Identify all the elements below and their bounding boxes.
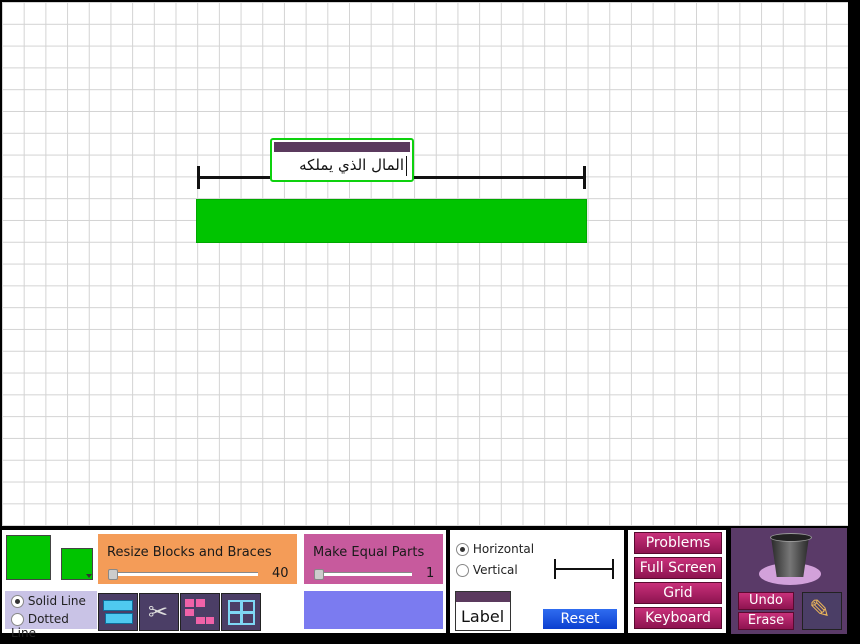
chevron-down-icon[interactable] xyxy=(86,574,92,578)
dotted-line-option[interactable]: Dotted Line xyxy=(11,612,97,640)
equal-parts-slider[interactable] xyxy=(314,569,324,580)
resize-value: 40 xyxy=(272,566,289,581)
split-tool-icon xyxy=(103,600,133,624)
blocks-panel: Resize Blocks and Braces 40 Make Equal P… xyxy=(2,530,446,640)
grid-button[interactable]: Grid xyxy=(634,582,722,604)
vertical-option[interactable]: Vertical xyxy=(456,563,518,577)
resize-title: Resize Blocks and Braces xyxy=(107,545,272,560)
undo-button[interactable]: Undo xyxy=(738,592,794,610)
radio-icon[interactable] xyxy=(11,595,24,608)
pencil-button[interactable]: ✎ xyxy=(802,592,842,630)
trash-panel: Undo Erase ✎ xyxy=(731,528,847,634)
brace-panel: Horizontal Vertical Label Reset xyxy=(450,530,624,633)
scissors-button[interactable]: ✂ xyxy=(139,593,179,631)
resize-slider[interactable] xyxy=(108,569,118,580)
join-tool-icon xyxy=(185,599,215,625)
radio-icon[interactable] xyxy=(11,613,24,626)
trash-can-icon[interactable] xyxy=(759,533,821,585)
erase-button[interactable]: Erase xyxy=(738,612,794,630)
equal-parts-panel: Make Equal Parts 1 xyxy=(304,534,443,584)
line-style-group: Solid Line Dotted Line xyxy=(5,591,97,640)
join-tool-button[interactable] xyxy=(180,593,220,631)
bar-block[interactable] xyxy=(196,199,587,243)
horizontal-option[interactable]: Horizontal xyxy=(456,542,534,556)
grid-tool-button[interactable] xyxy=(221,593,261,631)
brace-label-text[interactable]: المال الذي يملكه xyxy=(276,156,407,176)
label-button[interactable]: Label xyxy=(455,591,511,631)
full-screen-button[interactable]: Full Screen xyxy=(634,557,722,579)
radio-icon[interactable] xyxy=(456,543,469,556)
keyboard-button[interactable]: Keyboard xyxy=(634,607,722,629)
workspace-canvas[interactable]: المال الذي يملكه xyxy=(2,2,848,526)
problems-button[interactable]: Problems xyxy=(634,532,722,554)
grid-tool-icon xyxy=(228,600,255,625)
solid-line-option[interactable]: Solid Line xyxy=(11,594,86,608)
equal-parts-value: 1 xyxy=(426,566,435,581)
color-swatch-large[interactable] xyxy=(6,535,51,580)
radio-icon[interactable] xyxy=(456,564,469,577)
brace-label[interactable]: المال الذي يملكه xyxy=(270,138,414,182)
equal-parts-title: Make Equal Parts xyxy=(313,545,425,560)
brace-preview-icon[interactable] xyxy=(554,559,614,579)
scissors-icon: ✂ xyxy=(148,598,169,626)
split-tool-button[interactable] xyxy=(98,593,138,631)
equal-parts-drop-area[interactable] xyxy=(304,591,443,629)
pencil-icon: ✎ xyxy=(809,595,831,625)
toolbar: Resize Blocks and Braces 40 Make Equal P… xyxy=(0,526,852,644)
resize-slider-panel: Resize Blocks and Braces 40 xyxy=(98,534,297,584)
menu-panel: Problems Full Screen Grid Keyboard xyxy=(628,530,726,633)
reset-button[interactable]: Reset xyxy=(543,609,617,629)
